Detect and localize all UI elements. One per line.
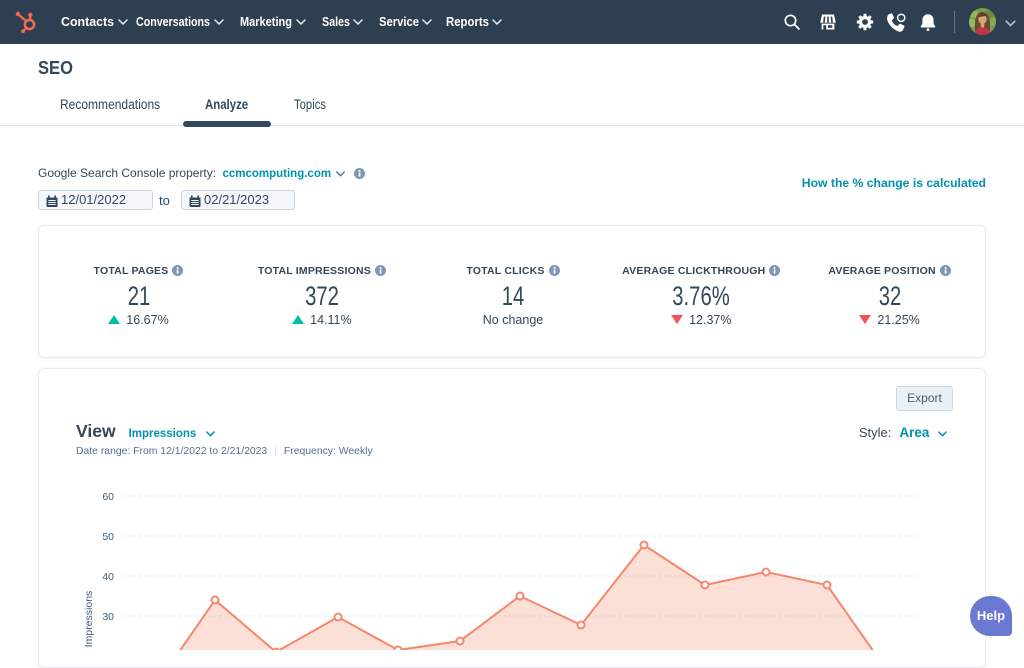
svg-text:60: 60 bbox=[102, 491, 114, 503]
svg-text:Impressions: Impressions bbox=[83, 591, 95, 648]
svg-text:30: 30 bbox=[102, 611, 114, 623]
svg-text:50: 50 bbox=[102, 531, 114, 543]
svg-text:40: 40 bbox=[102, 571, 114, 583]
